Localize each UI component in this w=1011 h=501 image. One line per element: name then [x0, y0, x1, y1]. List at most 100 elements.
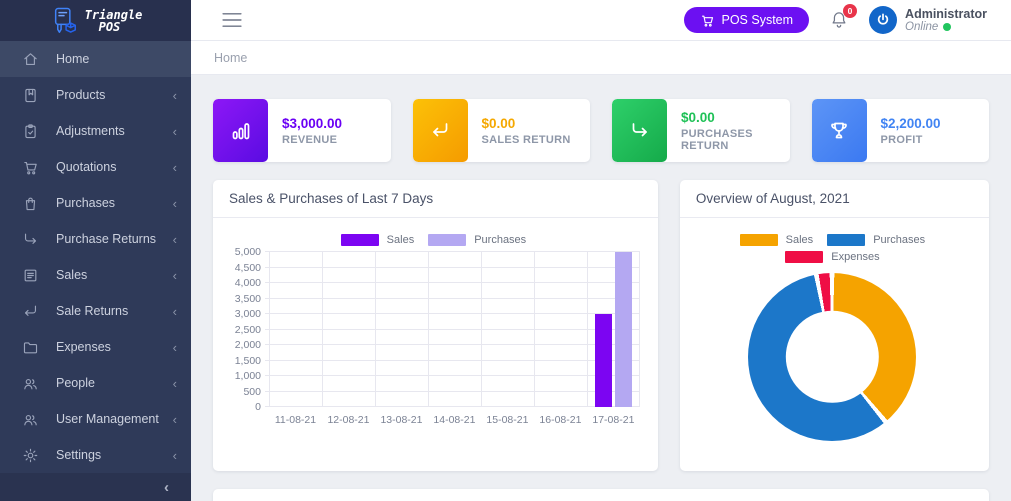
- y-tick-label: 4,000: [235, 277, 261, 289]
- y-tick-label: 1,000: [235, 370, 261, 382]
- sidebar-item-expenses[interactable]: Expenses‹: [0, 329, 191, 365]
- stat-value: $3,000.00: [282, 116, 342, 131]
- doughnut-hole: [786, 311, 878, 403]
- sidebar-item-sale-returns[interactable]: Sale Returns‹: [0, 293, 191, 329]
- stat-card-sales-return: $0.00 SALES RETURN: [413, 99, 591, 162]
- y-tick-label: 500: [243, 386, 261, 398]
- stat-value: $2,200.00: [881, 116, 941, 131]
- main-area: POS System 0 Administrat: [191, 0, 1011, 501]
- sidebar-item-label: Sales: [56, 268, 173, 282]
- bar-chart-legend: Sales Purchases: [227, 234, 640, 246]
- chevron-left-icon: ‹: [173, 449, 177, 462]
- sidebar-item-home[interactable]: Home: [0, 41, 191, 77]
- hamburger-menu-icon[interactable]: [221, 12, 243, 28]
- sidebar-item-label: Adjustments: [56, 124, 173, 138]
- y-tick-label: 3,000: [235, 308, 261, 320]
- bar-chart-icon: [213, 99, 268, 162]
- chevron-left-icon: ‹: [173, 197, 177, 210]
- sidebar-item-label: Purchases: [56, 196, 173, 210]
- notifications-bell-icon[interactable]: 0: [829, 10, 849, 30]
- breadcrumb[interactable]: Home: [214, 51, 247, 65]
- y-tick-label: 0: [255, 401, 261, 413]
- cart-icon: [700, 13, 715, 28]
- stat-label: PROFIT: [881, 134, 941, 146]
- sidebar-item-user-management[interactable]: User Management‹: [0, 401, 191, 437]
- chevron-left-icon: ‹: [173, 89, 177, 102]
- x-tick-label: 17-08-21: [587, 414, 640, 426]
- x-tick-label: 11-08-21: [269, 414, 322, 426]
- y-tick-label: 5,000: [235, 246, 261, 258]
- legend-item-sales[interactable]: Sales: [740, 234, 814, 246]
- stat-value: $0.00: [681, 110, 790, 125]
- bar-sales-17-08-21: [595, 314, 612, 407]
- doughnut-chart-header: Overview of August, 2021: [680, 180, 989, 218]
- logo-text: Triangle POS: [85, 9, 143, 33]
- stat-card-body: $0.00 SALES RETURN: [468, 99, 571, 162]
- legend-label: Sales: [786, 234, 814, 246]
- sidebar-collapse-button[interactable]: ‹: [164, 479, 169, 496]
- stat-label: PURCHASES RETURN: [681, 128, 790, 152]
- y-axis-labels: 05001,0001,5002,0002,5003,0003,5004,0004…: [227, 252, 269, 407]
- x-tick-label: 14-08-21: [428, 414, 481, 426]
- notification-badge: 0: [843, 4, 857, 18]
- legend-item-purchases[interactable]: Purchases: [428, 234, 526, 246]
- gear-icon: [22, 447, 39, 464]
- stat-card-revenue: $3,000.00REVENUE: [213, 99, 391, 162]
- legend-label: Sales: [387, 234, 415, 246]
- bar-chart-plot-wrap: 05001,0001,5002,0002,5003,0003,5004,0004…: [227, 252, 640, 407]
- legend-swatch: [740, 234, 778, 246]
- bar-chart-header: Sales & Purchases of Last 7 Days: [213, 180, 658, 218]
- doughnut-area: [694, 273, 971, 465]
- stat-card-purchases-return: $0.00 PURCHASES RETURN: [612, 99, 790, 162]
- chevron-left-icon: ‹: [173, 413, 177, 426]
- breadcrumb-bar: Home: [191, 41, 1011, 75]
- sidebar-item-purchase-returns[interactable]: Purchase Returns‹: [0, 221, 191, 257]
- sidebar-item-label: Quotations: [56, 160, 173, 174]
- bar-chart-title: Sales & Purchases of Last 7 Days: [229, 191, 433, 206]
- topbar: POS System 0 Administrat: [191, 0, 1011, 41]
- legend-item-sales[interactable]: Sales: [341, 234, 415, 246]
- sidebar-item-products[interactable]: Products‹: [0, 77, 191, 113]
- avatar: [869, 6, 897, 34]
- legend-swatch: [785, 251, 823, 263]
- legend-swatch: [428, 234, 466, 246]
- x-tick-label: 15-08-21: [481, 414, 534, 426]
- stat-label: SALES RETURN: [482, 134, 571, 146]
- sidebar-item-people[interactable]: People‹: [0, 365, 191, 401]
- stat-value: $0.00: [482, 116, 571, 131]
- plot-column-16-08-21: [534, 252, 587, 407]
- clipboard-check-icon: [22, 123, 39, 140]
- legend-swatch: [827, 234, 865, 246]
- chevron-left-icon: ‹: [173, 233, 177, 246]
- bar-chart-body: SalesPurchases 05001,0001,5002,0002,5003…: [213, 218, 658, 471]
- bar-purchases-17-08-21: [615, 252, 632, 407]
- doughnut-chart-body: Sales Purchases Expenses: [680, 218, 989, 471]
- sidebar-item-label: Sale Returns: [56, 304, 173, 318]
- forward-right-icon: [612, 99, 667, 162]
- sidebar-item-purchases[interactable]: Purchases‹: [0, 185, 191, 221]
- chevron-left-icon: ‹: [173, 341, 177, 354]
- plot-column-12-08-21: [322, 252, 375, 407]
- plot-column-14-08-21: [428, 252, 481, 407]
- user-menu[interactable]: Administrator Online: [869, 6, 987, 34]
- sidebar-item-sales[interactable]: Sales‹: [0, 257, 191, 293]
- corner-down-right-icon: [22, 231, 39, 248]
- dashboard-content: $3,000.00REVENUE $0.00 SALES RETURN $0.00 PU…: [191, 75, 1011, 501]
- legend-label: Purchases: [873, 234, 925, 246]
- sidebar-item-adjustments[interactable]: Adjustments‹: [0, 113, 191, 149]
- sidebar-item-quotations[interactable]: Quotations‹: [0, 149, 191, 185]
- legend-item-purchases[interactable]: Purchases: [827, 234, 925, 246]
- plot-column-13-08-21: [375, 252, 428, 407]
- users-icon: [22, 411, 39, 428]
- app-logo[interactable]: Triangle POS: [0, 0, 191, 41]
- legend-swatch: [341, 234, 379, 246]
- stat-card-body: $2,200.00 PROFIT: [867, 99, 941, 162]
- return-left-icon: [413, 99, 468, 162]
- legend-item-expenses[interactable]: Expenses: [785, 251, 879, 263]
- y-tick-label: 4,500: [235, 262, 261, 274]
- sidebar-footer: ‹: [0, 473, 191, 501]
- sidebar-item-settings[interactable]: Settings‹: [0, 437, 191, 473]
- y-tick-label: 1,500: [235, 355, 261, 367]
- sidebar-item-label: Purchase Returns: [56, 232, 173, 246]
- pos-system-button[interactable]: POS System: [684, 7, 810, 33]
